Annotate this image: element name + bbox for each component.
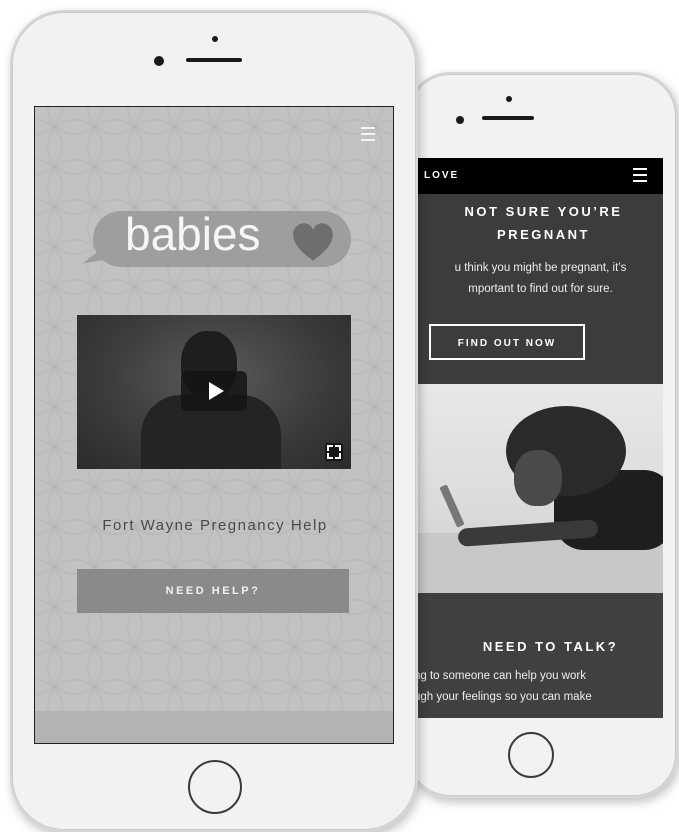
fullscreen-icon[interactable] bbox=[325, 443, 343, 461]
talk-line-1: ng to someone can help you work bbox=[414, 670, 586, 682]
need-to-talk-section: NEED TO TALK? ng to someone can help you… bbox=[414, 593, 663, 718]
screen-footer-bar bbox=[35, 711, 393, 743]
hero-photo bbox=[414, 384, 663, 593]
heading-line-2: PREGNANT bbox=[497, 227, 590, 242]
section-heading: NOT SURE YOU’RE PREGNANT bbox=[414, 200, 663, 246]
play-button[interactable] bbox=[181, 371, 247, 411]
text-line-1: u think you might be pregnant, it’s bbox=[454, 262, 627, 274]
hamburger-menu-icon[interactable] bbox=[633, 168, 647, 186]
section-text: u think you might be pregnant, it’s mpor… bbox=[414, 258, 663, 300]
front-phone-screen: babies Fort Wayne Pregnancy Help NEED HE… bbox=[34, 106, 394, 744]
need-help-button[interactable]: NEED HELP? bbox=[77, 569, 349, 613]
video-player[interactable] bbox=[77, 315, 351, 469]
front-camera bbox=[154, 56, 164, 66]
play-icon bbox=[209, 382, 224, 400]
heading-line-1: NOT SURE YOU’RE bbox=[464, 204, 623, 219]
hamburger-menu-icon[interactable] bbox=[361, 127, 375, 145]
brand-name[interactable]: LOVE bbox=[424, 170, 459, 181]
front-camera bbox=[456, 116, 464, 124]
talk-line-2: ugh your feelings so you can make bbox=[414, 691, 592, 703]
photo-smartphone bbox=[439, 484, 465, 528]
site-header: LOVE bbox=[414, 158, 663, 194]
back-phone-screen: LOVE NOT SURE YOU’RE PREGNANT u think yo… bbox=[414, 158, 663, 718]
earpiece-speaker bbox=[186, 58, 242, 62]
earpiece-dot bbox=[506, 96, 512, 102]
text-line-2: mportant to find out for sure. bbox=[468, 283, 613, 295]
talk-text: ng to someone can help you work ugh your… bbox=[414, 666, 663, 708]
logo-text: babies bbox=[125, 208, 261, 260]
home-button bbox=[508, 732, 554, 778]
home-button bbox=[188, 760, 242, 814]
front-phone-mockup: babies Fort Wayne Pregnancy Help NEED HE… bbox=[10, 10, 418, 832]
tagline: Fort Wayne Pregnancy Help bbox=[102, 517, 328, 534]
heart-icon bbox=[293, 223, 333, 261]
earpiece-speaker bbox=[482, 116, 534, 120]
photo-person-face bbox=[514, 450, 562, 506]
back-phone-mockup: LOVE NOT SURE YOU’RE PREGNANT u think yo… bbox=[406, 72, 678, 798]
talk-heading: NEED TO TALK? bbox=[482, 639, 619, 654]
find-out-now-button[interactable]: FIND OUT NOW bbox=[429, 324, 585, 360]
earpiece-dot bbox=[212, 36, 218, 42]
